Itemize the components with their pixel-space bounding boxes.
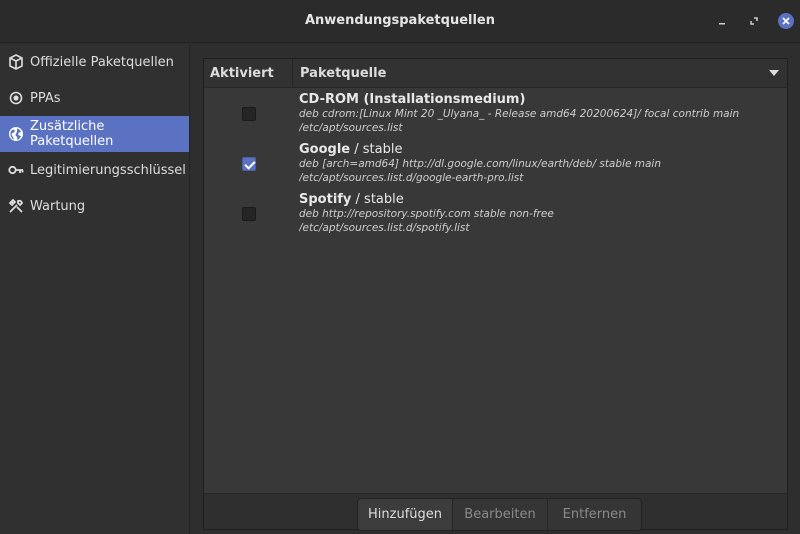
window-title: Anwendungspaketquellen: [304, 13, 496, 28]
sidebar-item-ppas[interactable]: PPAs: [0, 80, 189, 116]
source-info: Google / stable deb [arch=amd64] http://…: [299, 142, 779, 185]
source-info: Spotify / stable deb http://repository.s…: [299, 192, 779, 235]
source-deb-line: deb cdrom:[Linux Mint 20 _Ulyana_ - Rele…: [299, 108, 740, 120]
enable-checkbox[interactable]: [242, 107, 256, 121]
sources-list: CD-ROM (Installationsmedium) deb cdrom:[…: [204, 89, 787, 493]
sidebar-item-label: PPAs: [30, 90, 61, 106]
column-header-source[interactable]: Paketquelle: [294, 59, 787, 88]
source-name: Spotify: [299, 192, 352, 207]
source-name: Google: [299, 142, 351, 157]
sidebar-item-additional-sources[interactable]: Zusätzliche Paketquellen: [0, 116, 189, 152]
remove-button[interactable]: Entfernen: [548, 499, 641, 530]
sidebar-item-label: Legitimierungsschlüssel: [30, 162, 186, 178]
source-deb-line: deb [arch=amd64] http://dl.google.com/li…: [299, 158, 661, 170]
source-title: Spotify / stable: [299, 192, 779, 207]
sidebar-item-label: Offizielle Paketquellen: [30, 54, 174, 70]
source-file-path: /etc/apt/sources.list.d/google-earth-pro…: [299, 172, 524, 184]
source-name: CD-ROM (Installationsmedium): [299, 92, 526, 107]
sidebar-item-maintenance[interactable]: Wartung: [0, 188, 189, 224]
enable-checkbox[interactable]: [242, 207, 256, 221]
title-bar: Anwendungspaketquellen: [0, 0, 800, 43]
package-icon: [8, 54, 24, 70]
globe-icon: [8, 126, 24, 142]
sidebar-item-label: Wartung: [30, 198, 86, 214]
sidebar-item-official-sources[interactable]: Offizielle Paketquellen: [0, 44, 189, 80]
sources-panel: Aktiviert Paketquelle CD-ROM (Installati…: [203, 58, 788, 531]
source-suffix: / stable: [350, 142, 403, 157]
close-button[interactable]: [778, 13, 794, 29]
sidebar-item-label: Zusätzliche Paketquellen: [30, 119, 114, 149]
ppa-icon: [8, 90, 24, 106]
source-file-path: /etc/apt/sources.list.d/spotify.list: [299, 222, 470, 234]
maximize-button[interactable]: [746, 13, 762, 29]
action-button-group: Hinzufügen Bearbeiten Entfernen: [357, 498, 642, 531]
key-icon: [8, 162, 24, 178]
source-file-path: /etc/apt/sources.list: [299, 122, 403, 134]
close-icon: [782, 17, 790, 25]
source-info: CD-ROM (Installationsmedium) deb cdrom:[…: [299, 92, 779, 135]
column-header-enabled[interactable]: Aktiviert: [204, 59, 293, 88]
add-button[interactable]: Hinzufügen: [358, 499, 453, 530]
sidebar: Offizielle Paketquellen PPAs Zusätzliche…: [0, 44, 190, 534]
source-title: Google / stable: [299, 142, 779, 157]
source-deb-line: deb http://repository.spotify.com stable…: [299, 208, 554, 220]
minimize-button[interactable]: [714, 13, 730, 29]
sort-down-icon: [769, 70, 779, 76]
main-content: Aktiviert Paketquelle CD-ROM (Installati…: [191, 44, 800, 534]
enable-checkbox[interactable]: [242, 157, 256, 171]
table-header: Aktiviert Paketquelle: [204, 59, 787, 88]
table-row[interactable]: Google / stable deb [arch=amd64] http://…: [204, 139, 787, 189]
edit-button[interactable]: Bearbeiten: [453, 499, 548, 530]
source-suffix: / stable: [351, 192, 404, 207]
tools-icon: [8, 198, 24, 214]
action-bar: Hinzufügen Bearbeiten Entfernen: [204, 493, 787, 531]
maximize-icon: [750, 17, 758, 25]
sidebar-item-keys[interactable]: Legitimierungsschlüssel: [0, 152, 189, 188]
table-row[interactable]: Spotify / stable deb http://repository.s…: [204, 189, 787, 239]
table-row[interactable]: CD-ROM (Installationsmedium) deb cdrom:[…: [204, 89, 787, 139]
source-title: CD-ROM (Installationsmedium): [299, 92, 779, 107]
column-header-source-label: Paketquelle: [300, 66, 387, 81]
minimize-icon: [719, 23, 725, 25]
